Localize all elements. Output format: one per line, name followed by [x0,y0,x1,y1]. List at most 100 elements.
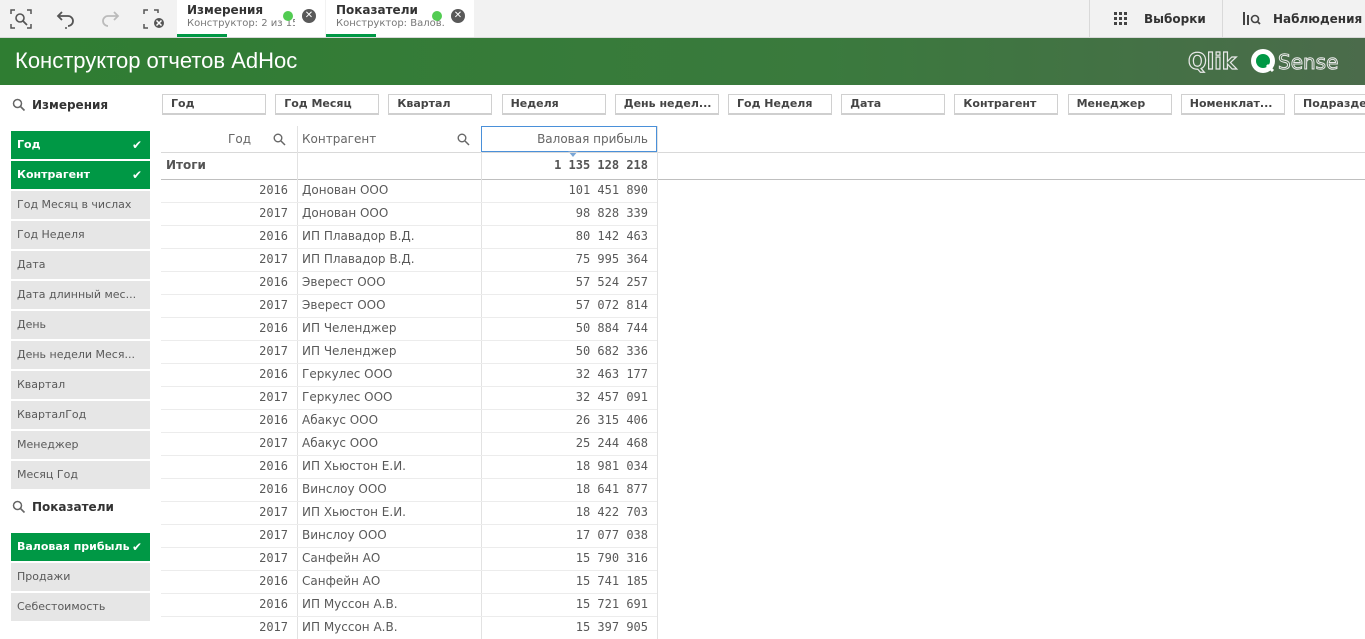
smart-search-button[interactable] [8,6,34,32]
search-icon[interactable] [12,98,26,112]
search-icon[interactable] [12,500,26,514]
dimensions-title: Измерения [32,98,109,112]
total-value: 1 135 128 218 [554,158,648,172]
cell-gross-profit: 18 981 034 [575,459,648,473]
cell-year: 2016 [259,275,288,289]
dimension-item[interactable]: Менеджер [11,431,150,459]
dimension-item[interactable]: КварталГод [11,401,150,429]
cell-year: 2017 [259,344,288,358]
cell-counterparty: Абакус ООО [302,436,379,450]
dimension-chip[interactable]: Год Месяц [275,94,380,115]
selections-button[interactable]: Выборки [1089,0,1222,37]
measures-header: Показатели [12,500,114,514]
cell-counterparty: Винслоу ООО [302,482,387,496]
cell-gross-profit: 32 463 177 [575,367,648,381]
dimension-chip[interactable]: Дата [841,94,946,115]
dimension-chip[interactable]: Подраздел... [1294,94,1365,115]
tab-underline [326,34,376,37]
dimension-chip[interactable]: Номенклат... [1180,94,1285,115]
header-divider [161,152,1365,153]
dimension-chip[interactable]: Год [162,94,266,115]
tab-measures[interactable]: Показатели Конструктор: Валов... ✕ [326,0,474,37]
column-header-year-label: Год [228,132,251,146]
measure-item-label: Продажи [17,570,71,583]
column-divider [657,126,658,639]
dimension-item[interactable]: Квартал [11,371,150,399]
tab-dimensions-subtitle: Конструктор: 2 из 15 [187,18,295,29]
cell-gross-profit: 57 072 814 [575,298,648,312]
cell-counterparty: Эверест ООО [302,275,386,289]
dimension-chip[interactable]: Менеджер [1067,94,1172,115]
cell-gross-profit: 98 828 339 [575,206,648,220]
cell-year: 2017 [259,298,288,312]
toolbar: Измерения Конструктор: 2 из 15 ✕ Показат… [0,0,1365,38]
cell-year: 2016 [259,183,288,197]
selections-label: Выборки [1144,11,1206,26]
dimensions-header: Измерения [12,98,108,112]
cell-counterparty: ИП Муссон А.В. [302,597,398,611]
tab-dimensions[interactable]: Измерения Конструктор: 2 из 15 ✕ [177,0,325,37]
cell-counterparty: Геркулес ООО [302,367,393,381]
dimension-chip[interactable]: Контрагент [954,94,1059,115]
smart-search-icon [10,9,32,29]
clear-selections-button[interactable] [141,6,167,32]
cell-year: 2016 [259,459,288,473]
cell-counterparty: ИП Плавадор В.Д. [302,252,415,266]
cell-year: 2017 [259,390,288,404]
step-forward-icon [102,11,120,27]
measure-item[interactable]: Продажи [11,563,150,591]
measure-item[interactable]: Валовая прибыль ✔ [11,533,150,561]
dimension-item-label: Год Месяц в числах [17,198,132,211]
measure-item-label: Валовая прибыль [17,540,130,553]
cell-gross-profit: 75 995 364 [575,252,648,266]
cell-year: 2017 [259,252,288,266]
dimension-item-label: КварталГод [17,408,87,421]
check-icon: ✔ [131,540,142,554]
dimension-item-label: Год Неделя [17,228,85,241]
column-header-gross-profit[interactable]: Валовая прибыль [481,126,657,152]
cell-counterparty: Санфейн АО [302,551,381,565]
dimension-item[interactable]: День [11,311,150,339]
dimension-item[interactable]: Контрагент ✔ [11,161,150,189]
dimension-item[interactable]: Год Месяц в числах [11,191,150,219]
cell-year: 2017 [259,620,288,634]
cell-counterparty: Винслоу ООО [302,528,387,542]
cell-gross-profit: 17 077 038 [575,528,648,542]
dimension-item-label: Квартал [17,378,66,391]
dimension-chip[interactable]: Квартал [388,94,493,115]
search-icon[interactable] [273,133,286,146]
status-dot [432,11,442,21]
cell-year: 2017 [259,206,288,220]
dimension-item-label: Дата длинный мес... [17,288,137,301]
close-icon[interactable]: ✕ [302,9,316,23]
dimension-item[interactable]: Месяц Год [11,461,150,489]
insights-button[interactable]: Наблюдения [1222,0,1365,37]
qlik-sense-logo: Qlik Sense [1187,49,1339,76]
column-header-gross-profit-label: Валовая прибыль [537,132,648,146]
cell-counterparty: Донован ООО [302,183,389,197]
check-icon: ✔ [131,168,142,182]
dimension-item[interactable]: День недели Меся... [11,341,150,369]
dimension-chip[interactable]: Неделя [501,94,606,115]
selections-icon [1114,11,1127,25]
forward-button[interactable] [97,6,123,32]
dimension-item[interactable]: Дата длинный мес... [11,281,150,309]
dimension-item[interactable]: Год Неделя [11,221,150,249]
column-header-counterparty[interactable]: Контрагент [302,126,472,152]
dimension-item-label: Месяц Год [17,468,78,481]
search-icon[interactable] [457,133,470,146]
dimension-item[interactable]: Дата [11,251,150,279]
close-icon[interactable]: ✕ [451,9,465,23]
step-back-icon [56,11,74,29]
cell-gross-profit: 50 682 336 [575,344,648,358]
cell-year: 2017 [259,436,288,450]
measure-item[interactable]: Себестоимость [11,593,150,621]
cell-gross-profit: 18 641 877 [575,482,648,496]
back-button[interactable] [53,6,79,32]
dimension-chip[interactable]: Год Неделя [728,94,832,115]
dimension-chip[interactable]: День недел... [614,94,719,115]
dimension-item[interactable]: Год ✔ [11,131,150,159]
dimension-item-label: День недели Меся... [17,348,135,361]
dimension-item-label: Год [17,138,41,151]
cell-gross-profit: 15 397 905 [575,620,648,634]
